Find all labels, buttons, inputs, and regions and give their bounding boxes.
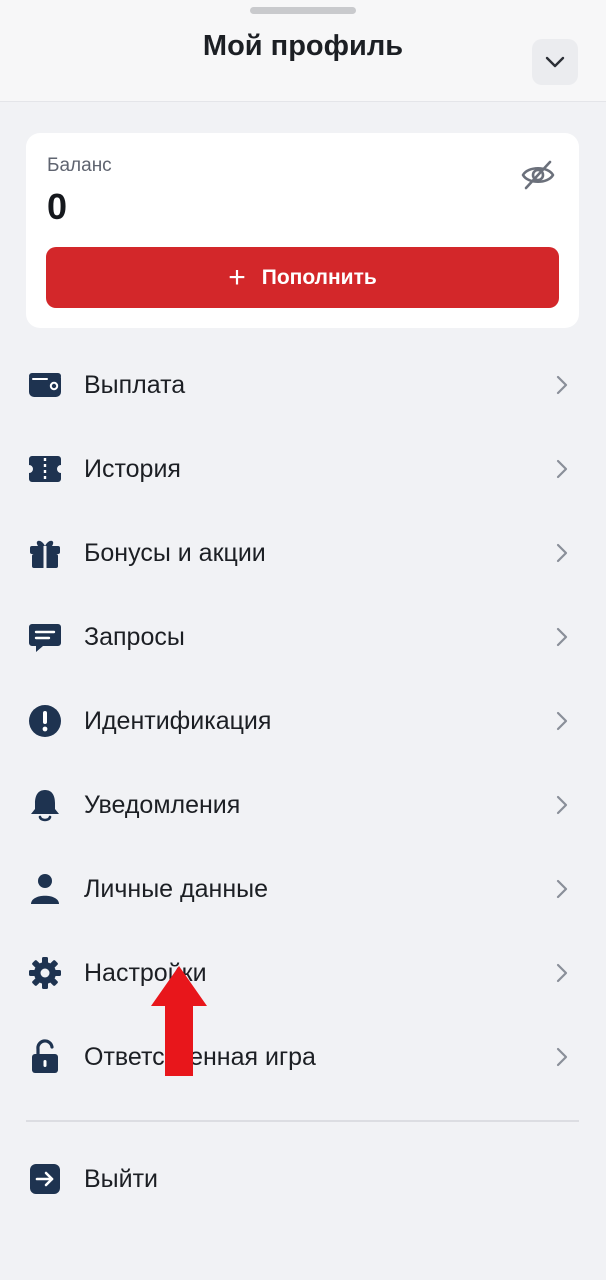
menu-item-label: Запросы	[84, 623, 185, 651]
menu-item-label: Личные данные	[84, 875, 268, 903]
eye-off-icon[interactable]	[520, 157, 556, 193]
menu-item-identification[interactable]: Идентификация	[0, 681, 606, 765]
menu-item-bonuses[interactable]: Бонусы и акции	[0, 513, 606, 597]
menu-item-requests[interactable]: Запросы	[0, 597, 606, 681]
topup-button[interactable]: + Пополнить	[46, 247, 559, 308]
menu-item-notifications[interactable]: Уведомления	[0, 765, 606, 849]
menu-item-personal-data[interactable]: Личные данные	[0, 849, 606, 933]
menu-item-label: Уведомления	[84, 791, 241, 819]
unlock-icon	[32, 1039, 58, 1073]
chevron-right-icon	[556, 543, 568, 563]
chat-icon	[29, 624, 61, 652]
topup-label: Пополнить	[261, 265, 377, 289]
plus-icon: +	[228, 260, 246, 294]
chevron-right-icon	[556, 1047, 568, 1067]
menu-item-label: История	[84, 455, 181, 483]
balance-value: 0	[47, 186, 68, 227]
logout-icon	[30, 1164, 60, 1194]
menu-item-payout[interactable]: Выплата	[0, 345, 606, 429]
chevron-down-icon	[545, 56, 565, 68]
chevron-right-icon	[556, 375, 568, 395]
menu-item-history[interactable]: История	[0, 429, 606, 513]
chevron-right-icon	[556, 963, 568, 983]
chevron-right-icon	[556, 627, 568, 647]
sheet-grab-handle[interactable]	[250, 7, 356, 14]
alert-circle-icon	[29, 705, 61, 737]
bell-icon	[31, 790, 59, 822]
history-ticket-icon	[29, 456, 61, 482]
chevron-right-icon	[556, 711, 568, 731]
gear-icon	[29, 957, 61, 989]
balance-label: Баланс	[47, 155, 112, 176]
page-title: Мой профиль	[202, 30, 404, 62]
annotation-arrow-icon	[151, 966, 207, 1076]
sheet-header: Мой профиль	[0, 0, 606, 102]
user-icon	[31, 874, 59, 904]
menu-item-settings[interactable]: Настройки	[0, 933, 606, 1017]
menu-item-label: Бонусы и акции	[84, 539, 266, 567]
collapse-button[interactable]	[532, 39, 578, 85]
menu-divider	[26, 1120, 579, 1122]
menu-item-label: Идентификация	[84, 707, 272, 735]
chevron-right-icon	[556, 795, 568, 815]
balance-card: Баланс 0 + Пополнить	[26, 133, 579, 328]
wallet-icon	[29, 373, 61, 397]
gift-icon	[30, 540, 60, 568]
menu-item-label: Выйти	[84, 1165, 159, 1193]
chevron-right-icon	[556, 459, 568, 479]
menu-item-label: Выплата	[84, 371, 186, 399]
menu-item-responsible-gaming[interactable]: Ответственная игра	[0, 1017, 606, 1101]
chevron-right-icon	[556, 879, 568, 899]
menu-item-logout[interactable]: Выйти	[0, 1139, 606, 1223]
